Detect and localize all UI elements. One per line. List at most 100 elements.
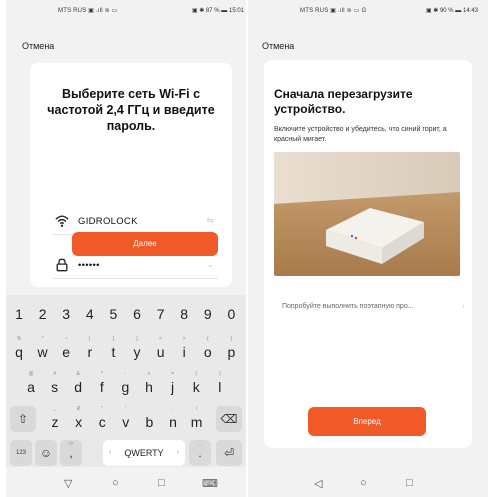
space-key[interactable]: ‹ QWERTY ›: [103, 440, 185, 466]
keyboard-row-numbers: 1234567890: [6, 297, 246, 331]
home-nav-icon[interactable]: ○: [112, 477, 119, 489]
key-label: m: [190, 414, 203, 430]
key-hint: :: [148, 406, 151, 412]
period-key[interactable]: ... .: [189, 440, 211, 466]
key-7[interactable]: 7: [150, 297, 172, 331]
forward-button[interactable]: Вперед: [308, 407, 426, 436]
key-label: k: [192, 379, 200, 395]
key-l[interactable]: ) l: [209, 368, 231, 402]
enter-key[interactable]: ⏎: [216, 440, 242, 466]
key-hint: #: [53, 371, 56, 377]
key-s[interactable]: # s: [44, 368, 66, 402]
key-label: v: [122, 414, 130, 430]
step-by-step-link[interactable]: Попробуйте выполнить поэтапную про... ›: [282, 303, 464, 310]
navigation-bar: ◁ ○ □: [248, 472, 488, 497]
keyboard-row-2: @ a # s & d * f - g + h = j(k) l: [6, 368, 246, 402]
key-hint: @: [28, 371, 34, 377]
key-8[interactable]: 8: [173, 297, 195, 331]
key-f[interactable]: * f: [91, 368, 113, 402]
key-label: 3: [62, 306, 71, 322]
chevron-right-icon: ›: [462, 303, 465, 310]
lock-icon: [56, 258, 68, 272]
key-label: 0: [227, 306, 236, 322]
key-n[interactable]: ; n: [162, 403, 184, 437]
key-label: x: [75, 414, 83, 430]
key-hint: *: [100, 371, 103, 377]
comma-key[interactable]: !? ,: [60, 440, 82, 466]
key-k[interactable]: (k: [185, 368, 207, 402]
key-label: 6: [133, 306, 141, 322]
key-hint: [: [112, 336, 115, 342]
cancel-button[interactable]: Отмена: [262, 41, 294, 51]
key-v[interactable]: ' v: [115, 403, 137, 437]
key-y[interactable]: ] y: [126, 333, 148, 367]
key-hint: }: [230, 336, 233, 342]
key-label: t: [111, 344, 116, 360]
key-hint: ;: [172, 406, 174, 412]
key-hint: >: [182, 336, 186, 342]
key-2[interactable]: 2: [32, 297, 54, 331]
key-h[interactable]: + h: [138, 368, 160, 402]
key-label: d: [74, 379, 83, 395]
key-j[interactable]: = j: [162, 368, 184, 402]
key-u[interactable]: < u: [150, 333, 172, 367]
key-label: o: [203, 344, 212, 360]
home-nav-icon[interactable]: ○: [360, 477, 367, 489]
emoji-key[interactable]: ☺: [35, 440, 57, 466]
key-9[interactable]: 9: [197, 297, 219, 331]
keyboard-hide-icon[interactable]: ⌨: [202, 477, 218, 490]
key-4[interactable]: 4: [79, 297, 101, 331]
key-1[interactable]: 1: [8, 297, 30, 331]
key-c[interactable]: " c: [91, 403, 113, 437]
key-5[interactable]: 5: [102, 297, 124, 331]
key-e[interactable]: ~ e: [55, 333, 77, 367]
backspace-key[interactable]: ⌫: [216, 406, 242, 432]
key-g[interactable]: -g: [114, 368, 136, 402]
key-label: i: [182, 344, 186, 360]
back-nav-icon[interactable]: ◁: [314, 477, 322, 490]
key-p[interactable]: } p: [220, 333, 242, 367]
key-o[interactable]: {o: [197, 333, 219, 367]
key-d[interactable]: & d: [67, 368, 89, 402]
key-hint: ₽: [77, 406, 81, 412]
key-i[interactable]: > i: [173, 333, 195, 367]
right-screen: MTS RUS ▣ .ıll ≋ ▭ G ▣ ✱ 90 % ▬ 14:43 От…: [248, 0, 488, 497]
key-t[interactable]: [t: [102, 333, 124, 367]
space-left-arrow: ‹: [109, 449, 112, 456]
status-carrier: MTS RUS ▣ .ıll ≋ ▭ G: [300, 8, 367, 14]
back-nav-icon[interactable]: ▽: [64, 477, 72, 490]
key-label: q: [15, 344, 23, 360]
key-label: j: [171, 379, 175, 395]
key-label: y: [133, 344, 141, 360]
key-r[interactable]: | r: [79, 333, 101, 367]
password-value: ••••••: [78, 260, 100, 271]
key-label: 1: [15, 306, 23, 322]
key-hint: +: [147, 371, 151, 377]
key-q[interactable]: % q: [8, 333, 30, 367]
key-hint: &: [76, 371, 80, 377]
show-password-icon[interactable]: ⌄: [206, 259, 214, 270]
password-field[interactable]: •••••• ⌄: [52, 255, 218, 279]
key-0[interactable]: 0: [220, 297, 242, 331]
key-b[interactable]: :b: [138, 403, 160, 437]
wifi-icon: [55, 215, 69, 227]
next-button[interactable]: Далее: [72, 232, 218, 256]
key-6[interactable]: 6: [126, 297, 148, 331]
key-a[interactable]: @ a: [20, 368, 42, 402]
key-hint: %: [16, 336, 22, 342]
key-label: e: [62, 344, 71, 360]
ssid-value: GIDROLOCK: [78, 216, 138, 227]
cancel-button[interactable]: Отмена: [22, 41, 54, 51]
shift-key[interactable]: ⇧: [10, 406, 36, 432]
period-hint: ...: [197, 442, 203, 448]
switch-network-icon[interactable]: ⇋: [206, 215, 214, 226]
recents-nav-icon[interactable]: □: [158, 477, 165, 489]
key-hint: ~: [64, 336, 68, 342]
keyboard: 1234567890 % q ^ w ~ e | r[t] y < u > i{o} p @ a # s & d * f…: [6, 295, 246, 467]
key-w[interactable]: ^ w: [32, 333, 54, 367]
recents-nav-icon[interactable]: □: [406, 477, 413, 489]
numbers-key[interactable]: 123: [10, 440, 32, 466]
key-hint: -: [124, 371, 127, 377]
key-3[interactable]: 3: [55, 297, 77, 331]
key-hint: {: [206, 336, 209, 342]
